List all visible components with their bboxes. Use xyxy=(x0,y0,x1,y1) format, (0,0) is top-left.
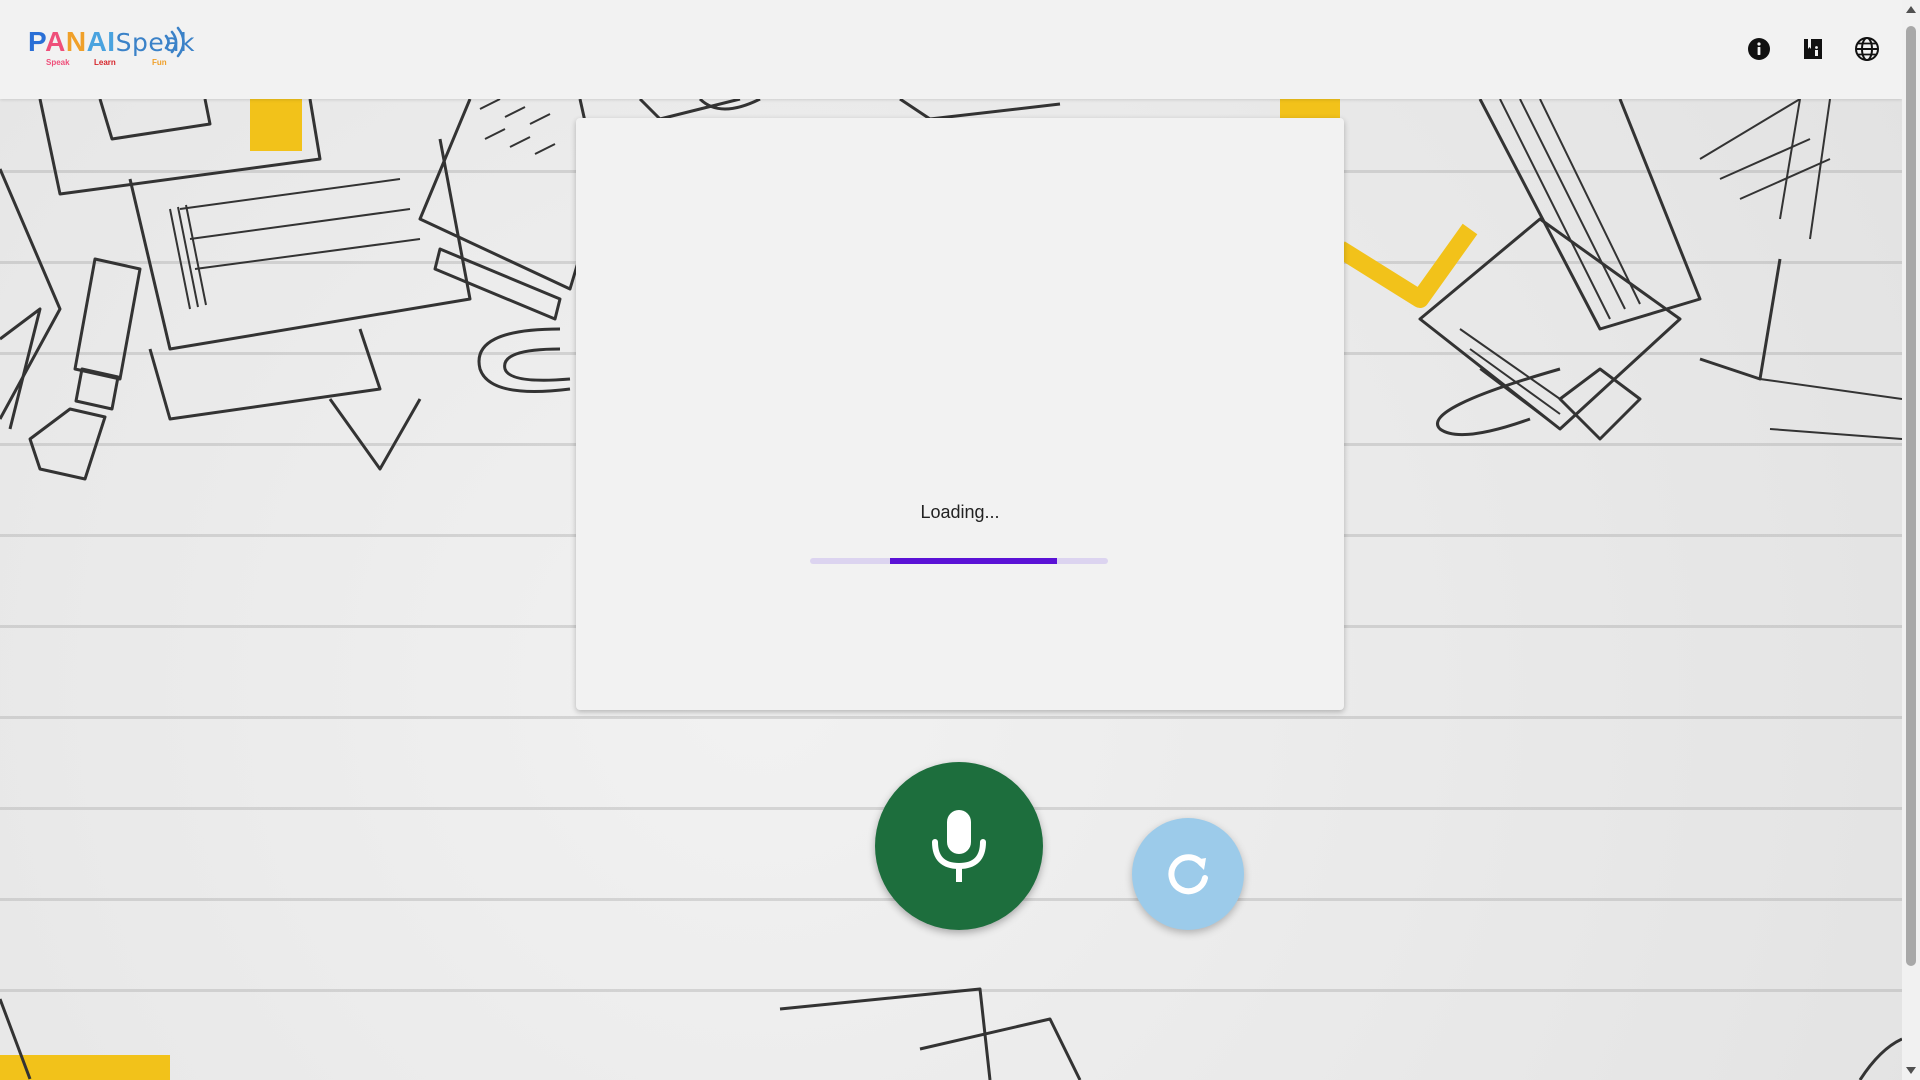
scroll-up-arrow[interactable] xyxy=(1906,6,1916,13)
header-actions xyxy=(1746,36,1880,62)
scroll-down-arrow[interactable] xyxy=(1906,1067,1916,1074)
panai-speak-logo[interactable]: PANAISpeak Speak Learn Fun xyxy=(28,24,198,72)
refresh-icon xyxy=(1168,854,1208,895)
content-card: Loading... xyxy=(576,118,1344,710)
tagline-speak: Speak xyxy=(46,58,70,67)
microphone-button[interactable] xyxy=(875,762,1043,930)
dictionary-button[interactable] xyxy=(1800,36,1826,62)
loading-progress-fill xyxy=(890,558,1058,564)
refresh-button[interactable] xyxy=(1132,818,1244,930)
book-icon xyxy=(1804,39,1822,59)
scroll-thumb[interactable] xyxy=(1906,26,1916,966)
page-scrollbar[interactable] xyxy=(1902,0,1920,1080)
tagline-fun: Fun xyxy=(152,58,167,67)
sound-waves-icon xyxy=(164,26,185,58)
loading-text: Loading... xyxy=(920,502,1000,522)
loading-progress-bar xyxy=(810,558,1108,564)
language-button[interactable] xyxy=(1854,36,1880,62)
logo-tagline: Speak Learn Fun xyxy=(46,58,167,67)
info-icon xyxy=(1748,38,1770,60)
microphone-icon xyxy=(932,810,986,882)
info-button[interactable] xyxy=(1746,36,1772,62)
tagline-learn: Learn xyxy=(94,58,116,67)
globe-icon xyxy=(1855,37,1879,61)
app-header: PANAISpeak Speak Learn Fun xyxy=(0,0,1902,99)
